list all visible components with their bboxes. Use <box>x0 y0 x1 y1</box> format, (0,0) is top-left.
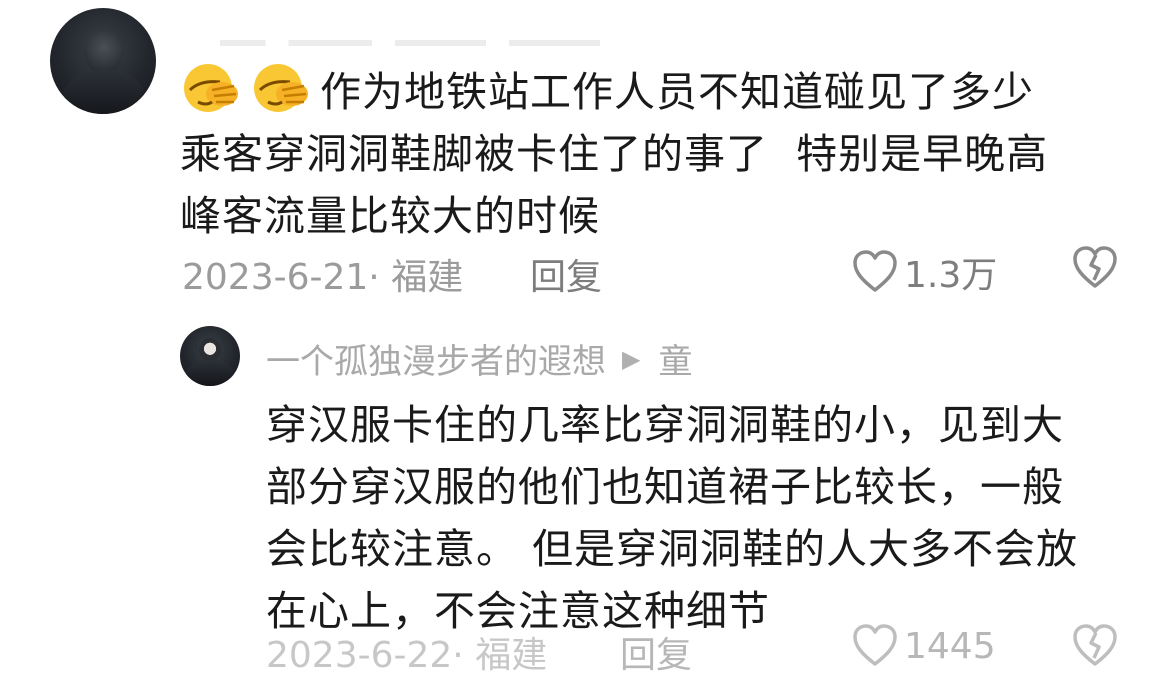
comment-text: 作为地铁站工作人员不知道碰见了多少 乘客穿洞洞鞋脚被卡住了的事了 特别是早晚高 … <box>180 60 1140 247</box>
comment-reply-button[interactable]: 回复 <box>530 248 602 300</box>
reply-header: 一个孤独漫步者的遐想 ▶ 童 <box>266 334 692 383</box>
comment-line-1: 作为地铁站工作人员不知道碰见了多少 <box>180 60 1140 123</box>
reply-arrow-icon: ▶ <box>622 344 641 373</box>
replier-avatar[interactable] <box>180 326 240 386</box>
reply-username[interactable]: 一个孤独漫步者的遐想 <box>266 334 606 383</box>
reply-dislike-button[interactable] <box>1072 624 1118 672</box>
heart-icon <box>852 250 898 294</box>
comment-date-location: 2023-6-21· 福建 <box>182 257 464 298</box>
reply-to-username[interactable]: 童 <box>658 334 692 383</box>
reply-text: 穿汉服卡住的几率比穿洞洞鞋的小，见到大 部分穿汉服的他们也知道裙子比较长，一般 … <box>266 394 1146 642</box>
comment-like-button[interactable]: 1.3万 <box>852 246 997 298</box>
top-username-cutoff <box>220 28 600 46</box>
heart-icon <box>852 624 898 668</box>
reply-line-2: 部分穿汉服的他们也知道裙子比较长，一般 <box>266 463 1064 511</box>
reply-date-location: 2023-6-22· 福建 <box>266 635 548 676</box>
commenter-avatar[interactable] <box>50 8 156 114</box>
facepalm-emoji-icon <box>180 60 242 114</box>
facepalm-emoji-icon <box>250 60 312 114</box>
comment-dislike-button[interactable] <box>1072 246 1118 294</box>
comment-text-line1: 作为地铁站工作人员不知道碰见了多少 <box>320 68 1034 116</box>
broken-heart-icon <box>1072 624 1118 668</box>
broken-heart-icon <box>1072 246 1118 290</box>
comment-like-count: 1.3万 <box>904 255 998 296</box>
reply-like-button[interactable]: 1445 <box>852 624 996 668</box>
comment-line-3: 峰客流量比较大的时候 <box>180 192 600 240</box>
reply-reply-button[interactable]: 回复 <box>620 626 692 678</box>
comment-line-2: 乘客穿洞洞鞋脚被卡住了的事了 特别是早晚高 <box>180 130 1049 178</box>
reply-line-3: 会比较注意。 但是穿洞洞鞋的人大多不会放 <box>266 525 1079 573</box>
reply-line-1: 穿汉服卡住的几率比穿洞洞鞋的小，见到大 <box>266 401 1064 449</box>
reply-like-count: 1445 <box>904 625 996 667</box>
